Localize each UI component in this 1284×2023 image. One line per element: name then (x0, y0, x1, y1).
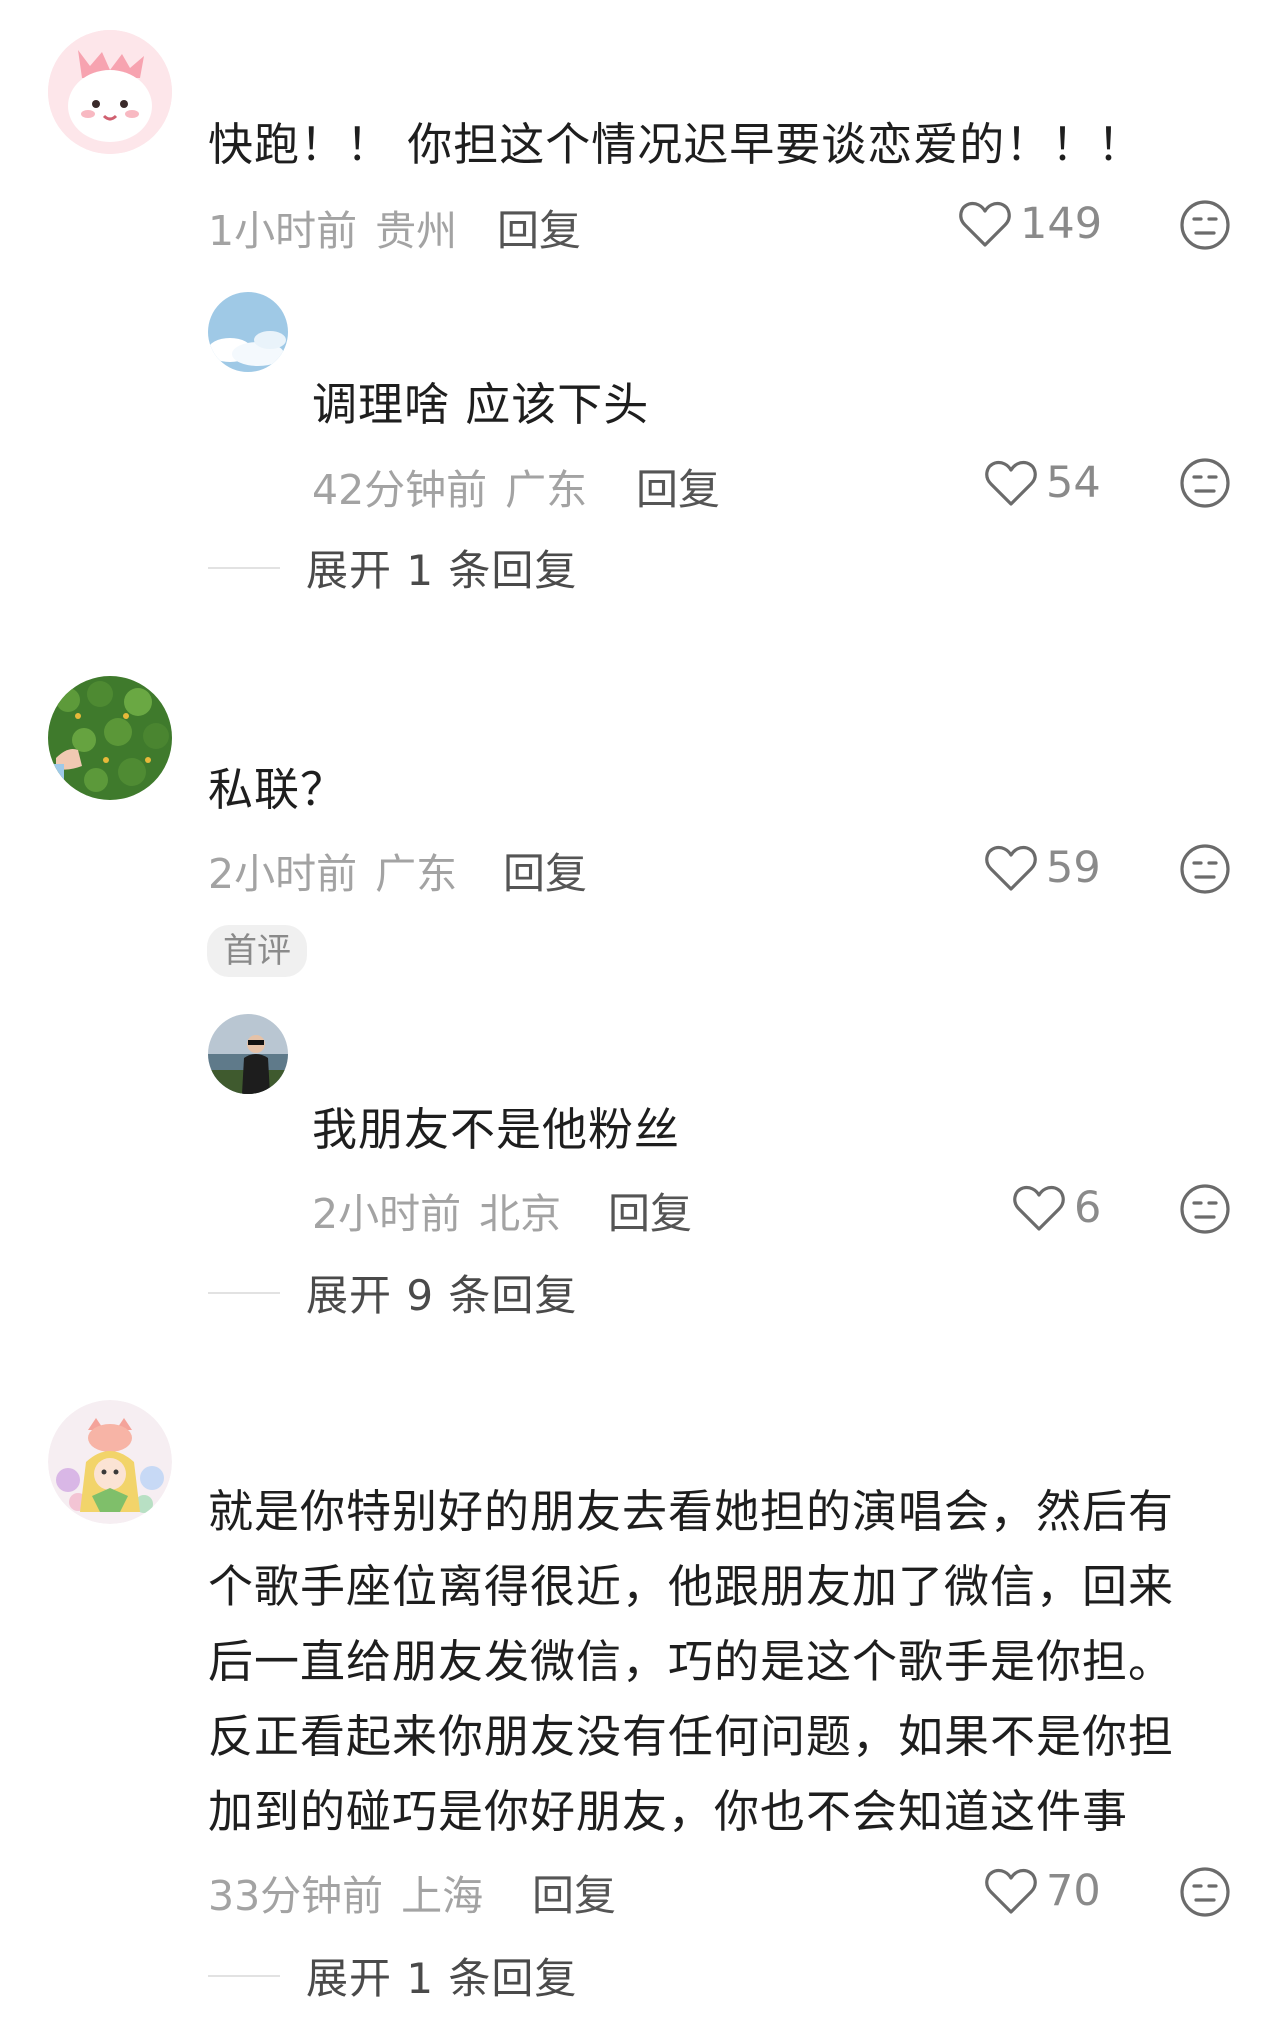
divider (208, 566, 280, 569)
comment-meta: 1小时前 贵州 (208, 197, 457, 257)
meh-face-icon (1180, 844, 1230, 894)
heart-icon (1013, 1185, 1065, 1231)
meh-face-icon (1180, 1184, 1230, 1234)
reply-button[interactable]: 回复 (608, 1180, 692, 1241)
comment-location: 广东 (375, 850, 458, 898)
comment-text-line: 加到的碰巧是你好朋友，你也不会知道这件事 (208, 1785, 1129, 1838)
comment-text: 快跑！！ 你担这个情况迟早要谈恋爱的！！！ (208, 118, 1144, 171)
reply-button[interactable]: 回复 (503, 840, 587, 901)
heart-icon (985, 460, 1037, 506)
comment-text: 就是你特别好的朋友去看她担的演唱会，然后有 个歌手座位离得很近，他跟朋友加了微信… (208, 1474, 1248, 1849)
comment-text-line: 反正看起来你朋友没有任何问题，如果不是你担 (208, 1710, 1175, 1763)
like-button[interactable]: 54 (984, 458, 1101, 508)
comment-text-line: 个歌手座位离得很近，他跟朋友加了微信，回来 (208, 1560, 1175, 1613)
reply-location: 北京 (479, 1190, 562, 1238)
comment-text: 私联？ (208, 763, 347, 816)
avatar[interactable] (208, 1014, 288, 1094)
avatar[interactable] (48, 676, 172, 800)
avatar[interactable] (48, 30, 172, 154)
like-count: 149 (1020, 199, 1103, 249)
heart-icon (959, 201, 1011, 247)
dislike-button[interactable] (1178, 456, 1232, 510)
comment-time: 1小时前 (208, 207, 358, 255)
meh-face-icon (1180, 458, 1230, 508)
expand-replies-label: 展开 9 条回复 (306, 1271, 578, 1320)
comment-list: 快跑！！ 你担这个情况迟早要谈恋爱的！！！ 1小时前 贵州 回复 149 调理啥 … (0, 0, 1284, 2023)
comment-text-line: 后一直给朋友发微信，巧的是这个歌手是你担。 (208, 1635, 1175, 1688)
comment-time: 33分钟前 (208, 1872, 384, 1920)
divider (208, 1974, 280, 1977)
expand-replies-button[interactable]: 展开 9 条回复 (208, 1262, 577, 1323)
dislike-button[interactable] (1178, 842, 1232, 896)
comment-meta: 2小时前 广东 (208, 840, 457, 900)
reply-time: 2小时前 (312, 1190, 462, 1238)
like-button[interactable]: 70 (984, 1866, 1101, 1916)
like-count: 59 (1046, 843, 1101, 893)
comment-time: 2小时前 (208, 850, 358, 898)
avatar[interactable] (48, 1400, 172, 1524)
meh-face-icon (1180, 200, 1230, 250)
reply-button[interactable]: 回复 (636, 456, 720, 517)
reply-text: 调理啥 应该下头 (312, 378, 650, 431)
avatar[interactable] (208, 292, 288, 372)
like-count: 70 (1046, 1866, 1101, 1916)
reply-meta: 42分钟前 广东 (312, 456, 587, 516)
reply-text: 我朋友不是他粉丝 (312, 1103, 681, 1156)
reply-meta: 2小时前 北京 (312, 1180, 561, 1240)
divider (208, 1291, 280, 1294)
first-comment-badge: 首评 (207, 925, 307, 977)
dislike-button[interactable] (1178, 198, 1232, 252)
reply-button[interactable]: 回复 (497, 197, 581, 258)
dislike-button[interactable] (1178, 1865, 1232, 1919)
comment-location: 上海 (401, 1872, 484, 1920)
like-count: 54 (1046, 458, 1101, 508)
comment-location: 贵州 (375, 207, 458, 255)
heart-icon (985, 1868, 1037, 1914)
comment-text-line: 就是你特别好的朋友去看她担的演唱会，然后有 (208, 1485, 1175, 1538)
expand-replies-label: 展开 1 条回复 (306, 1954, 578, 2003)
like-button[interactable]: 6 (1012, 1183, 1101, 1233)
like-count: 6 (1074, 1183, 1102, 1233)
like-button[interactable]: 149 (958, 199, 1102, 249)
expand-replies-label: 展开 1 条回复 (306, 546, 578, 595)
expand-replies-button[interactable]: 展开 1 条回复 (208, 537, 577, 598)
reply-location: 广东 (505, 466, 588, 514)
expand-replies-button[interactable]: 展开 1 条回复 (208, 1945, 577, 2006)
like-button[interactable]: 59 (984, 843, 1101, 893)
reply-button[interactable]: 回复 (532, 1862, 616, 1923)
reply-time: 42分钟前 (312, 466, 488, 514)
heart-icon (985, 845, 1037, 891)
dislike-button[interactable] (1178, 1182, 1232, 1236)
meh-face-icon (1180, 1867, 1230, 1917)
comment-meta: 33分钟前 上海 (208, 1862, 483, 1922)
